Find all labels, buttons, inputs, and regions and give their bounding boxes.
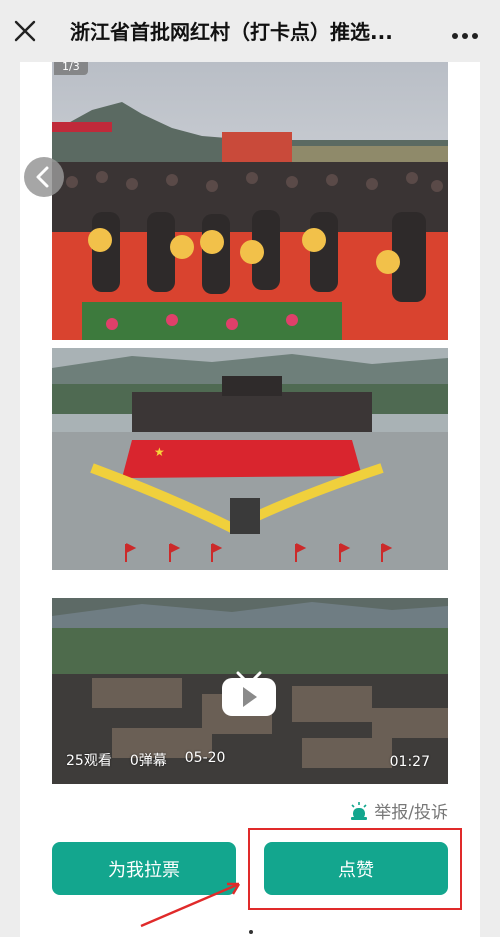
video-danmaku: 0弹幕: [129, 753, 167, 769]
page-indicator-dot: [249, 930, 253, 934]
report-label: 举报/投诉: [374, 803, 448, 823]
crowd-photo[interactable]: 1/3: [52, 62, 448, 340]
report-link[interactable]: 举报/投诉: [350, 798, 448, 823]
more-icon[interactable]: [450, 26, 480, 39]
chevron-left-icon[interactable]: [24, 157, 64, 197]
close-icon[interactable]: [12, 18, 38, 44]
annotation-arrow: [140, 882, 241, 928]
annotation-highlight-box: [248, 828, 462, 910]
report-icon: [351, 801, 368, 820]
video-views: 25观看: [66, 753, 112, 769]
video-duration: 01:27: [389, 754, 430, 770]
gallery-page-tag: 1/3: [54, 62, 88, 75]
article-content: 1/3 ★ 25观看 0弹幕 05-20 01:27 举报/投诉 为我拉票 点赞: [20, 62, 480, 937]
svg-text:★: ★: [154, 445, 165, 459]
top-bar: 浙江省首批网红村（打卡点）推选...: [0, 0, 500, 62]
play-icon[interactable]: [220, 670, 278, 718]
video-player[interactable]: 25观看 0弹幕 05-20 01:27: [52, 598, 448, 784]
aerial-flag-photo[interactable]: ★: [52, 348, 448, 570]
video-date: 05-20: [184, 750, 226, 766]
video-stats: 25观看 0弹幕 05-20: [66, 750, 225, 770]
page-title: 浙江省首批网红村（打卡点）推选...: [70, 20, 393, 44]
